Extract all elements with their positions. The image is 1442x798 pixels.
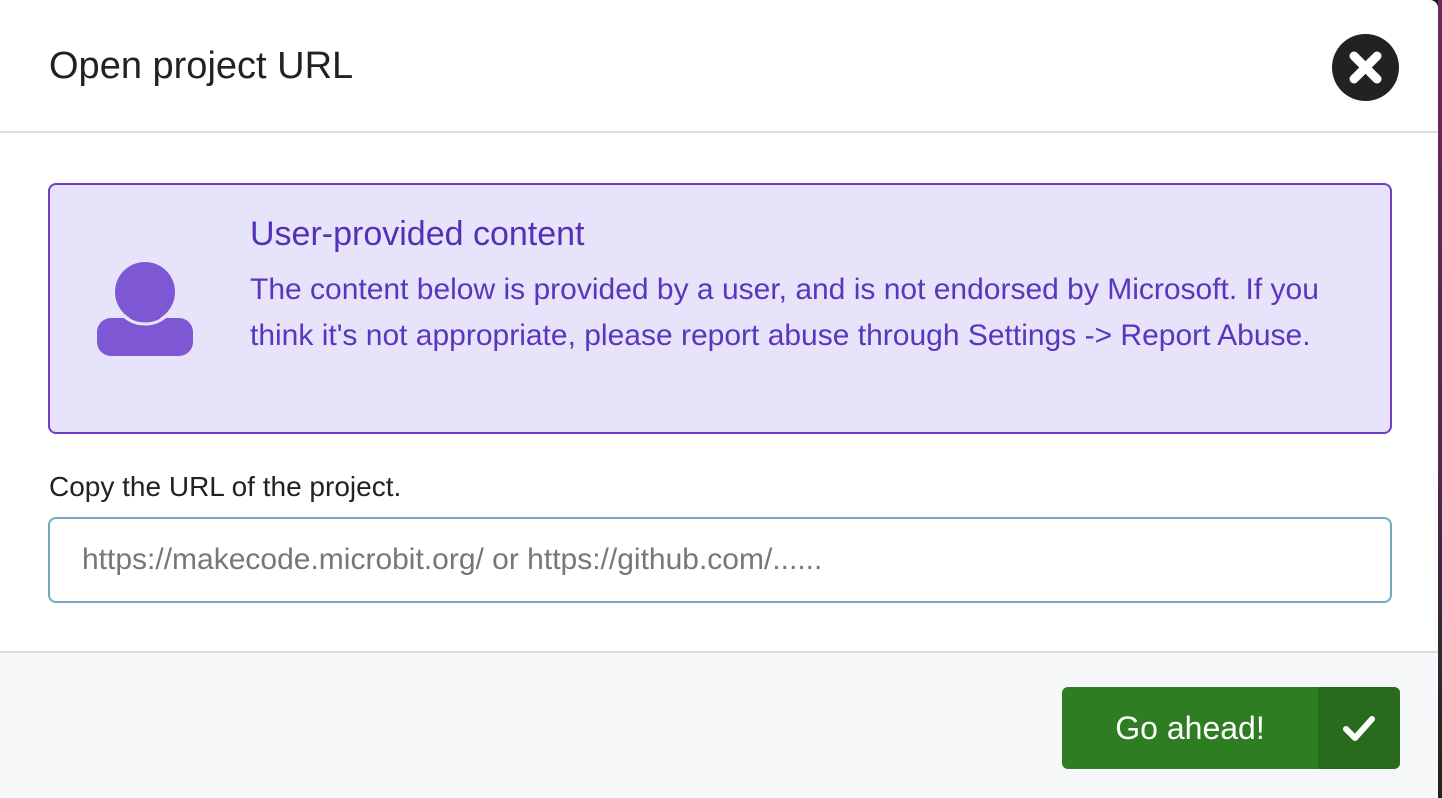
go-ahead-button[interactable]: Go ahead! xyxy=(1062,687,1400,769)
notice-heading: User-provided content xyxy=(250,215,585,253)
user-icon xyxy=(97,260,193,356)
go-ahead-icon-area xyxy=(1318,687,1400,769)
project-url-input[interactable] xyxy=(48,517,1392,603)
dialog-header: Open project URL xyxy=(0,0,1438,133)
notice-text: The content below is provided by a user,… xyxy=(250,273,1319,352)
dialog-footer: Go ahead! xyxy=(0,651,1438,798)
checkmark-icon xyxy=(1343,716,1375,741)
background-page-edge xyxy=(1438,0,1442,798)
dialog-title: Open project URL xyxy=(49,45,354,87)
close-button[interactable] xyxy=(1332,34,1399,101)
user-content-notice: User-provided content The content below … xyxy=(48,183,1392,434)
close-icon xyxy=(1349,51,1382,84)
go-ahead-label: Go ahead! xyxy=(1115,710,1265,746)
open-project-url-dialog: Open project URL User-provided content T… xyxy=(0,0,1438,798)
url-field-label: Copy the URL of the project. xyxy=(49,471,402,502)
